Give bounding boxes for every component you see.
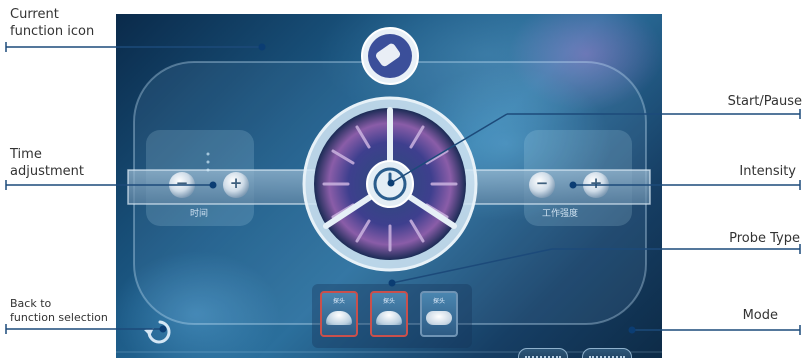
callout-start-pause: Start/Pause bbox=[727, 94, 802, 109]
callout-back: Back to function selection bbox=[10, 297, 108, 325]
callout-current-icon-line1: Current bbox=[10, 7, 59, 22]
callout-back-line1: Back to bbox=[10, 297, 52, 310]
callout-time-line2: adjustment bbox=[10, 164, 84, 179]
callout-current-icon-line2: function icon bbox=[10, 24, 95, 39]
callout-lines bbox=[5, 42, 801, 335]
callout-intensity: Intensity bbox=[739, 164, 796, 179]
callout-time: Time adjustment bbox=[10, 146, 84, 180]
callout-time-line1: Time bbox=[10, 147, 42, 162]
callout-probe-type: Probe Type bbox=[729, 231, 800, 246]
callout-mode: Mode bbox=[742, 308, 778, 323]
callout-back-line2: function selection bbox=[10, 311, 108, 324]
callout-current-icon: Current function icon bbox=[10, 6, 94, 40]
